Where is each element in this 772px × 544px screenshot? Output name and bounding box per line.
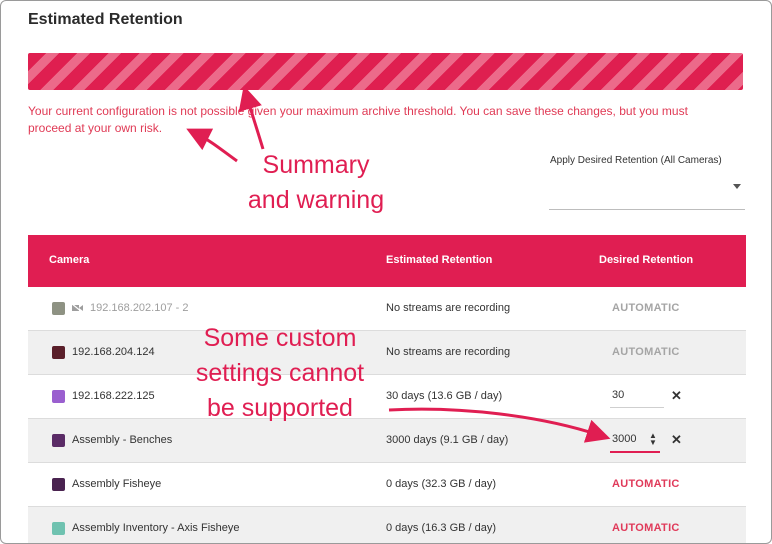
annotation-arrows <box>186 85 611 443</box>
arrow-to-bar <box>238 85 265 150</box>
arrow-to-input <box>388 407 611 443</box>
arrow-to-warning-text <box>186 128 238 163</box>
retention-panel: Estimated Retention Your current configu… <box>0 0 772 544</box>
